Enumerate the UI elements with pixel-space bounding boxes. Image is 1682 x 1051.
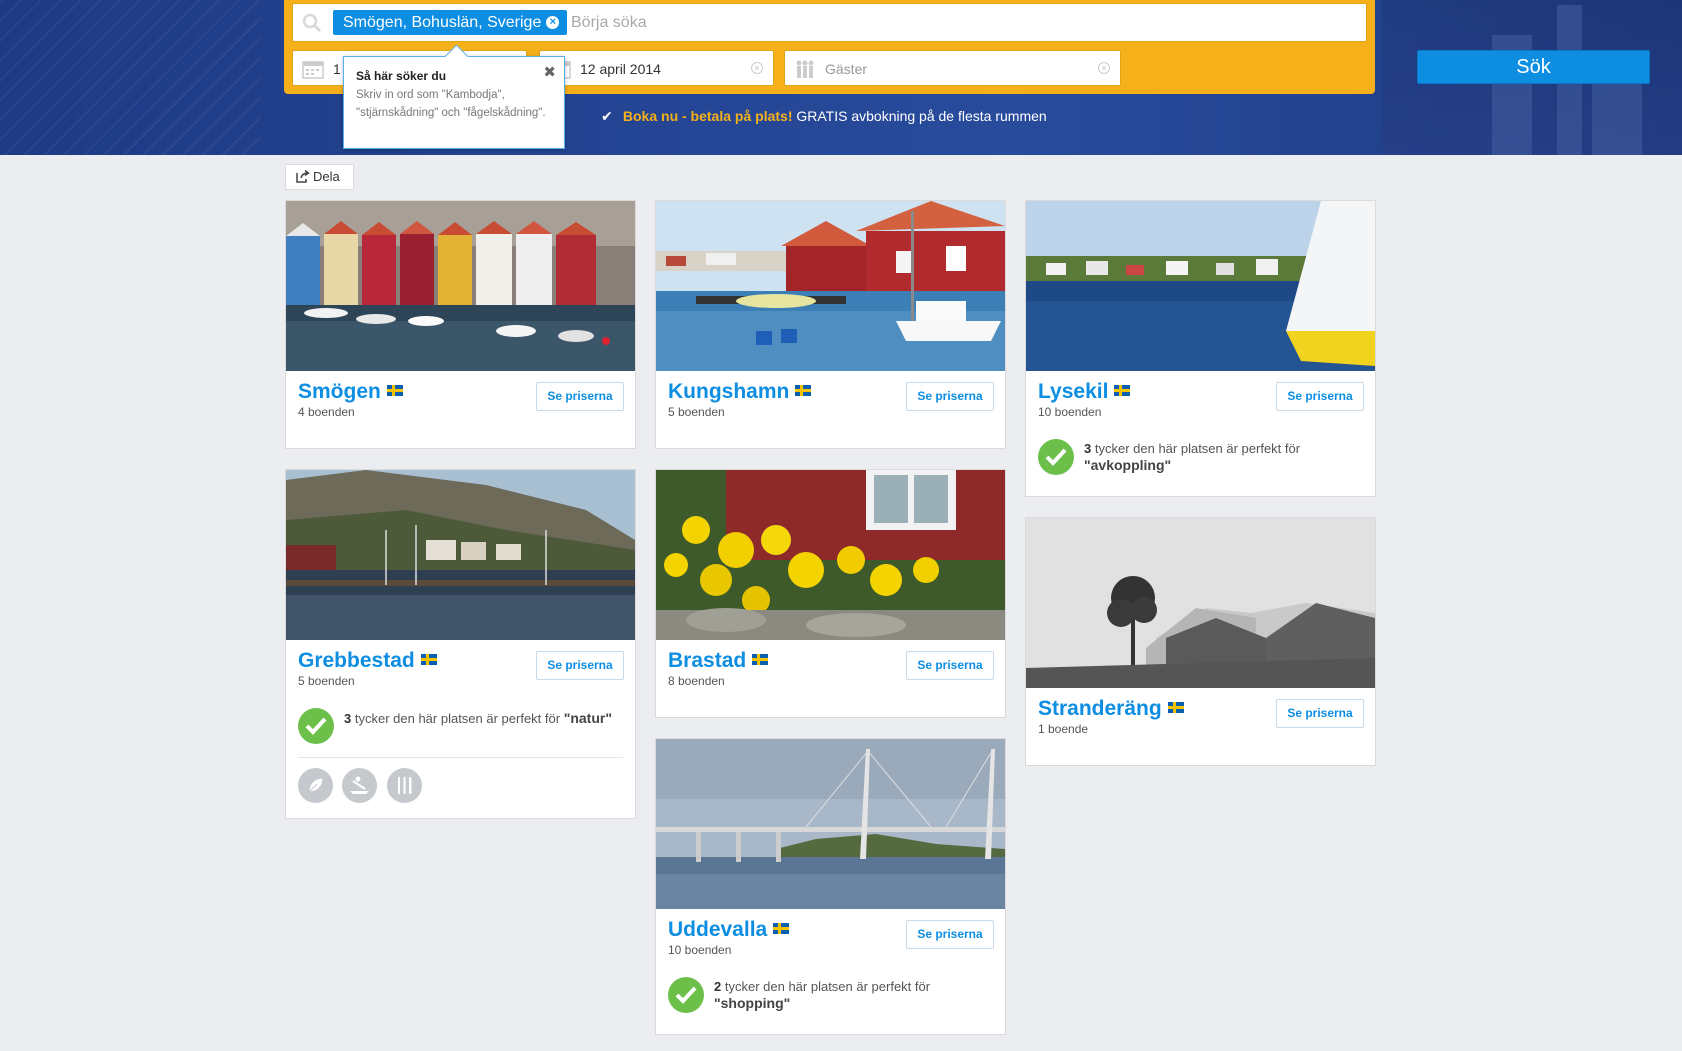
search-bar: Smögen, Bohuslän, Sverige × xyxy=(292,3,1367,42)
checkmark-icon xyxy=(298,708,334,744)
destination-photo[interactable] xyxy=(1026,201,1375,371)
destination-card-brastad[interactable]: Brastad 8 boenden Se priserna xyxy=(655,469,1006,718)
clear-date-icon[interactable]: × xyxy=(751,62,763,74)
destination-card-lysekil[interactable]: Lysekil 10 boenden Se priserna 3 tycker … xyxy=(1025,200,1376,497)
promo-banner: ✔ Boka nu - betala på plats! GRATIS avbo… xyxy=(601,108,1047,124)
destination-name[interactable]: Uddevalla xyxy=(668,918,790,942)
checkmark-icon xyxy=(668,977,704,1013)
see-prices-button[interactable]: Se priserna xyxy=(906,920,994,949)
destination-photo[interactable] xyxy=(656,470,1005,640)
accommodation-count: 5 boenden xyxy=(668,405,725,419)
check-icon: ✔ xyxy=(601,108,613,124)
share-button[interactable]: Dela xyxy=(285,164,354,190)
sweden-flag-icon xyxy=(1167,702,1184,713)
accommodation-count: 10 boenden xyxy=(1038,405,1102,419)
leaf-icon[interactable] xyxy=(298,768,333,803)
destination-name[interactable]: Smögen xyxy=(298,380,403,404)
hero-banner: Smögen, Bohuslän, Sverige × 1 12 april 2… xyxy=(0,0,1682,155)
destination-card-uddevalla[interactable]: Uddevalla 10 boenden Se priserna 2 tycke… xyxy=(655,738,1006,1035)
destination-photo[interactable] xyxy=(286,201,635,371)
guests-icon xyxy=(796,60,814,78)
destination-card-kungshamn[interactable]: Kungshamn 5 boenden Se priserna xyxy=(655,200,1006,449)
destination-name[interactable]: Kungshamn xyxy=(668,380,812,404)
see-prices-button[interactable]: Se priserna xyxy=(1276,699,1364,728)
kayak-icon[interactable] xyxy=(342,768,378,803)
location-chip[interactable]: Smögen, Bohuslän, Sverige × xyxy=(333,10,568,35)
see-prices-button[interactable]: Se priserna xyxy=(1276,382,1364,411)
see-prices-button[interactable]: Se priserna xyxy=(906,651,994,680)
recommendation: 3 tycker den här platsen är perfekt för "… xyxy=(1038,439,1363,479)
checkmark-icon xyxy=(1038,439,1074,475)
calendar-icon xyxy=(302,61,324,79)
clear-guests-icon[interactable]: × xyxy=(1098,62,1110,74)
recommendation: 2 tycker den här platsen är perfekt för "… xyxy=(668,977,993,1017)
destination-photo[interactable] xyxy=(656,201,1005,371)
accommodation-count: 8 boenden xyxy=(668,674,725,688)
activity-badges xyxy=(298,768,427,808)
search-icon xyxy=(302,13,322,33)
destination-name[interactable]: Lysekil xyxy=(1038,380,1131,404)
guests-field[interactable]: Gäster × xyxy=(784,50,1121,86)
sweden-flag-icon xyxy=(386,385,403,396)
accommodation-count: 1 boende xyxy=(1038,722,1089,736)
destination-card-stranderang[interactable]: Stranderäng 1 boende Se priserna xyxy=(1025,517,1376,766)
restaurant-icon[interactable] xyxy=(386,768,422,803)
see-prices-button[interactable]: Se priserna xyxy=(536,651,624,680)
recommendation: 3 tycker den här platsen är perfekt för … xyxy=(298,708,623,748)
destination-placeholder-photo[interactable] xyxy=(1026,518,1375,688)
destination-photo[interactable] xyxy=(656,739,1005,909)
sweden-flag-icon xyxy=(1114,385,1131,396)
search-help-tooltip: ✖ Så här söker du Skriv in ord som "Kamb… xyxy=(343,56,565,149)
destination-name[interactable]: Brastad xyxy=(668,649,769,673)
see-prices-button[interactable]: Se priserna xyxy=(906,382,994,411)
sweden-flag-icon xyxy=(420,654,437,665)
sweden-flag-icon xyxy=(795,385,812,396)
checkout-field[interactable]: 12 april 2014 × xyxy=(539,50,774,86)
remove-chip-icon[interactable]: × xyxy=(546,16,560,29)
destination-card-grebbestad[interactable]: Grebbestad 5 boenden Se priserna 3 tycke… xyxy=(285,469,636,819)
accommodation-count: 10 boenden xyxy=(668,943,732,957)
sweden-flag-icon xyxy=(752,654,769,665)
destination-card-smogen[interactable]: Smögen 4 boenden Se priserna xyxy=(285,200,636,449)
sweden-flag-icon xyxy=(773,923,790,934)
destination-photo[interactable] xyxy=(286,470,635,640)
accommodation-count: 4 boenden xyxy=(298,405,355,419)
accommodation-count: 5 boenden xyxy=(298,674,355,688)
search-button[interactable]: Sök xyxy=(1417,50,1650,84)
destination-name[interactable]: Grebbestad xyxy=(298,649,437,673)
see-prices-button[interactable]: Se priserna xyxy=(536,382,624,411)
destination-name[interactable]: Stranderäng xyxy=(1038,697,1184,721)
share-icon xyxy=(296,169,310,183)
search-input[interactable] xyxy=(571,11,1341,35)
